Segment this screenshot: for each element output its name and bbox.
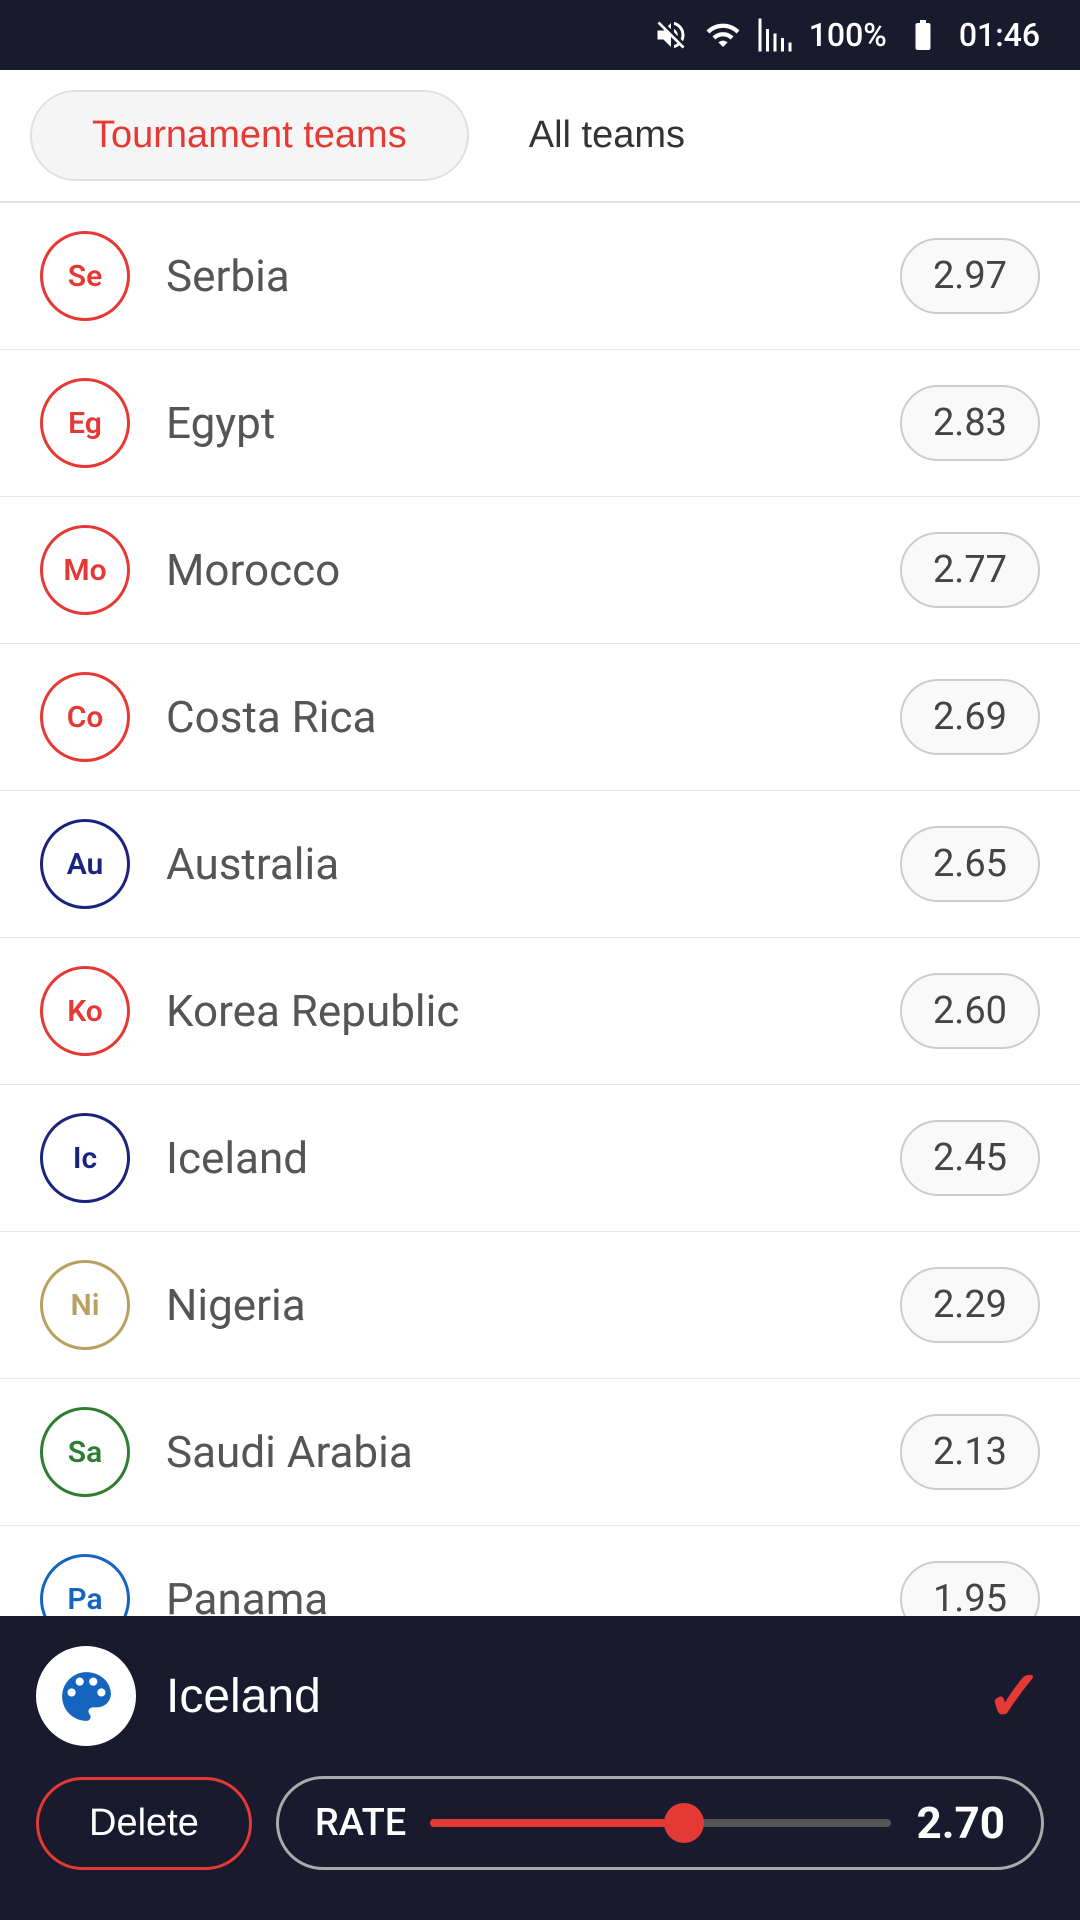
team-name: Korea Republic xyxy=(166,985,900,1037)
tournament-teams-tab[interactable]: Tournament teams xyxy=(30,90,469,181)
team-avatar: Mo xyxy=(40,525,130,615)
team-item[interactable]: Sa Saudi Arabia 2.13 xyxy=(0,1379,1080,1526)
battery-text: 100% xyxy=(809,16,887,54)
team-rate: 2.60 xyxy=(900,973,1040,1049)
rate-container: RATE 2.70 xyxy=(276,1776,1044,1870)
battery-icon xyxy=(903,17,943,53)
team-name: Australia xyxy=(166,838,900,890)
time-text: 01:46 xyxy=(959,16,1040,54)
status-bar: 100% 01:46 xyxy=(0,0,1080,70)
mute-icon xyxy=(653,17,689,53)
team-name: Egypt xyxy=(166,397,900,449)
bottom-panel: ✓ Delete RATE 2.70 xyxy=(0,1616,1080,1920)
team-rate: 2.77 xyxy=(900,532,1040,608)
team-name: Morocco xyxy=(166,544,900,596)
team-rate: 2.29 xyxy=(900,1267,1040,1343)
team-avatar: Ni xyxy=(40,1260,130,1350)
team-avatar: Ic xyxy=(40,1113,130,1203)
palette-svg xyxy=(54,1664,119,1729)
rate-slider-track[interactable] xyxy=(430,1819,891,1827)
team-name: Nigeria xyxy=(166,1279,900,1331)
team-item[interactable]: Mo Morocco 2.77 xyxy=(0,497,1080,644)
team-item[interactable]: Ni Nigeria 2.29 xyxy=(0,1232,1080,1379)
confirm-icon[interactable]: ✓ xyxy=(985,1655,1044,1738)
rate-slider-fill xyxy=(430,1819,683,1827)
team-item[interactable]: Au Australia 2.65 xyxy=(0,791,1080,938)
team-rate: 2.69 xyxy=(900,679,1040,755)
team-name: Costa Rica xyxy=(166,691,900,743)
team-item[interactable]: Co Costa Rica 2.69 xyxy=(0,644,1080,791)
signal-icon xyxy=(757,17,793,53)
bottom-top-row: ✓ xyxy=(36,1646,1044,1746)
team-item[interactable]: Ko Korea Republic 2.60 xyxy=(0,938,1080,1085)
team-rate: 2.65 xyxy=(900,826,1040,902)
team-avatar: Se xyxy=(40,231,130,321)
team-rate: 2.83 xyxy=(900,385,1040,461)
search-input[interactable] xyxy=(166,1669,985,1724)
rate-slider-thumb[interactable] xyxy=(664,1803,704,1843)
team-avatar: Au xyxy=(40,819,130,909)
team-avatar: Eg xyxy=(40,378,130,468)
palette-icon xyxy=(36,1646,136,1746)
team-item[interactable]: Ic Iceland 2.45 xyxy=(0,1085,1080,1232)
team-item[interactable]: Se Serbia 2.97 xyxy=(0,203,1080,350)
team-rate: 2.45 xyxy=(900,1120,1040,1196)
team-rate: 2.13 xyxy=(900,1414,1040,1490)
status-icons: 100% 01:46 xyxy=(653,16,1040,54)
rate-value: 2.70 xyxy=(915,1797,1005,1849)
wifi-icon xyxy=(705,17,741,53)
rate-label: RATE xyxy=(315,1801,406,1845)
all-teams-tab[interactable]: All teams xyxy=(469,92,745,179)
team-avatar: Sa xyxy=(40,1407,130,1497)
team-name: Serbia xyxy=(166,250,900,302)
tab-bar: Tournament teams All teams xyxy=(0,70,1080,203)
bottom-bottom-row: Delete RATE 2.70 xyxy=(36,1776,1044,1870)
delete-button[interactable]: Delete xyxy=(36,1777,252,1870)
team-rate: 2.97 xyxy=(900,238,1040,314)
main-content: Se Serbia 2.97 Eg Egypt 2.83 Mo Morocco … xyxy=(0,203,1080,1773)
team-avatar: Ko xyxy=(40,966,130,1056)
team-list: Se Serbia 2.97 Eg Egypt 2.83 Mo Morocco … xyxy=(0,203,1080,1673)
team-name: Saudi Arabia xyxy=(166,1426,900,1478)
team-item[interactable]: Eg Egypt 2.83 xyxy=(0,350,1080,497)
team-avatar: Co xyxy=(40,672,130,762)
team-name: Iceland xyxy=(166,1132,900,1184)
